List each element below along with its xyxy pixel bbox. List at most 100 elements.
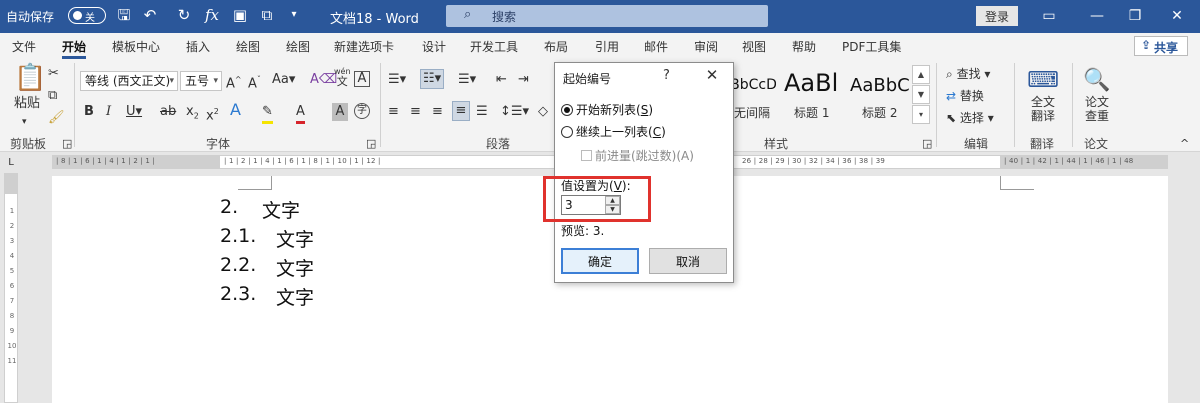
decrease-indent-icon[interactable]: ⇤	[496, 71, 507, 89]
login-button[interactable]: 登录	[976, 6, 1018, 26]
shading-icon[interactable]: ◇	[538, 103, 548, 121]
styles-launcher-icon[interactable]: ◲	[922, 135, 932, 153]
grow-font-icon[interactable]: A^	[226, 71, 242, 93]
list-item[interactable]: 2. 文字	[220, 196, 300, 222]
tab-file[interactable]: 文件	[12, 38, 36, 55]
close-window-icon[interactable]: ✕	[1164, 5, 1190, 27]
paste-dropdown-icon[interactable]: ▾	[22, 113, 27, 131]
paste-icon[interactable]: 📋	[14, 63, 46, 93]
help-icon[interactable]: ?	[663, 68, 670, 83]
clipboard-launcher-icon[interactable]: ◲	[62, 135, 72, 153]
font-name-select[interactable]: 等线 (西文正文) ▾	[80, 71, 178, 91]
subscript-icon[interactable]: x2	[186, 103, 199, 126]
vruler-numbers: 1 2 3 4 5 6 7 8 9 10 11	[7, 204, 17, 369]
align-center-icon[interactable]: ≡	[410, 103, 421, 121]
font-launcher-icon[interactable]: ◲	[366, 135, 376, 153]
spin-up-icon[interactable]: ▲	[605, 196, 620, 205]
close-icon[interactable]: ✕	[703, 66, 721, 84]
text-effects-icon[interactable]: A	[230, 101, 241, 119]
line-spacing-icon[interactable]: ↕☰▾	[500, 103, 529, 121]
tab-view[interactable]: 视图	[742, 38, 766, 55]
vertical-ruler[interactable]: 1 2 3 4 5 6 7 8 9 10 11	[4, 173, 18, 403]
redo-icon[interactable]: ↻	[174, 6, 194, 24]
spin-down-icon[interactable]: ▼	[605, 205, 620, 214]
image-icon[interactable]: ▣	[230, 6, 250, 24]
chevron-up-icon[interactable]: ▲	[912, 65, 930, 84]
style-heading-2[interactable]: AaBbC 标题 2	[850, 63, 910, 125]
bullets-icon[interactable]: ☰▾	[388, 71, 406, 89]
format-painter-icon[interactable]: 🖌	[48, 109, 65, 127]
highlight-icon[interactable]: ✎	[262, 103, 273, 124]
list-item[interactable]: 2.1. 文字	[220, 225, 314, 251]
hierarchy-icon[interactable]: ⧉	[257, 6, 277, 24]
paste-label[interactable]: 粘贴	[14, 95, 40, 113]
minimize-icon[interactable]: —	[1084, 5, 1110, 27]
tab-design[interactable]: 设计	[422, 38, 446, 55]
strikethrough-icon[interactable]: ab	[160, 103, 176, 121]
tab-draw-1[interactable]: 绘图	[236, 38, 260, 55]
formula-icon[interactable]: fx	[202, 6, 222, 24]
share-button[interactable]: ⇪ 共享	[1134, 36, 1188, 56]
character-border-icon[interactable]: A	[354, 71, 370, 87]
tab-template-center[interactable]: 模板中心	[112, 38, 160, 55]
full-translate-button[interactable]: ⌨ 全文 翻译	[1020, 67, 1066, 123]
margin-corner-mark	[1000, 176, 1034, 190]
tab-draw-2[interactable]: 绘图	[286, 38, 310, 55]
select-button[interactable]: ⬉ 选择 ▾	[946, 109, 994, 126]
paper-check-button[interactable]: 🔍 论文 查重	[1074, 67, 1120, 123]
search-box[interactable]: ⌕ 搜索	[446, 5, 768, 27]
justify-icon[interactable]: ≡	[452, 101, 470, 121]
shrink-font-icon[interactable]: Aˇ	[248, 71, 261, 93]
font-size-select[interactable]: 五号 ▾	[180, 71, 222, 91]
cut-icon[interactable]: ✂	[48, 65, 59, 83]
find-button[interactable]: ⌕ 查找 ▾	[946, 65, 990, 82]
tab-pdf-tools[interactable]: PDF工具集	[842, 38, 901, 55]
increase-indent-icon[interactable]: ⇥	[518, 71, 529, 89]
ribbon-display-icon[interactable]: ▭	[1036, 5, 1062, 27]
enclose-character-icon[interactable]: 字	[354, 103, 370, 119]
copy-icon[interactable]: ⧉	[48, 87, 57, 105]
autosave-toggle[interactable]: 关	[68, 7, 106, 24]
collapse-ribbon-icon[interactable]: ^	[1180, 135, 1189, 153]
cancel-button[interactable]: 取消	[649, 248, 727, 274]
font-color-icon[interactable]: A	[296, 103, 305, 124]
tab-new-tab[interactable]: 新建选项卡	[334, 38, 394, 55]
list-item[interactable]: 2.3. 文字	[220, 283, 314, 309]
chevron-down-icon[interactable]: ▼	[912, 85, 930, 104]
undo-icon[interactable]: ↶	[140, 6, 160, 24]
align-right-icon[interactable]: ≡	[432, 103, 443, 121]
numbering-icon[interactable]: ☷▾	[420, 69, 445, 89]
radio-continue-list[interactable]: 继续上一列表(C)	[561, 123, 666, 140]
tab-references[interactable]: 引用	[595, 38, 619, 55]
restore-icon[interactable]: ❐	[1122, 5, 1148, 27]
replace-button[interactable]: ⇄ 替换	[946, 87, 984, 104]
tab-selector-icon[interactable]: L	[4, 156, 18, 169]
tab-home[interactable]: 开始	[62, 38, 87, 59]
phonetic-guide-icon[interactable]: wén 文	[334, 67, 351, 88]
bold-icon[interactable]: B	[84, 103, 94, 121]
tab-mailings[interactable]: 邮件	[644, 38, 668, 55]
superscript-icon[interactable]: x2	[206, 103, 219, 125]
italic-icon[interactable]: I	[106, 103, 111, 121]
underline-icon[interactable]: U▾	[126, 103, 142, 121]
style-heading-1[interactable]: AaBl 标题 1	[782, 63, 840, 125]
more-styles-icon[interactable]: ▾	[912, 105, 930, 124]
customize-toolbar-icon[interactable]: ▾	[284, 6, 304, 24]
ruler-numbers-mid: | 1 | 2 | 1 | 4 | 1 | 6 | 1 | 8 | 1 | 10…	[224, 157, 381, 165]
tab-review[interactable]: 审阅	[694, 38, 718, 55]
translate-icon: ⌨	[1027, 68, 1059, 93]
align-left-icon[interactable]: ≡	[388, 103, 399, 121]
tab-help[interactable]: 帮助	[792, 38, 816, 55]
tab-developer[interactable]: 开发工具	[470, 38, 518, 55]
multilevel-list-icon[interactable]: ☰▾	[458, 71, 476, 89]
style-no-spacing[interactable]: AaBbCcDc 无间隔	[734, 63, 776, 125]
character-shading-icon[interactable]: A	[332, 103, 348, 121]
tab-insert[interactable]: 插入	[186, 38, 210, 55]
radio-start-new-list[interactable]: 开始新列表(S)	[561, 101, 653, 118]
change-case-icon[interactable]: Aa▾	[272, 71, 295, 89]
save-icon[interactable]: 🖫	[114, 6, 134, 24]
distributed-icon[interactable]: ☰	[476, 103, 488, 121]
tab-layout[interactable]: 布局	[544, 38, 568, 55]
list-item[interactable]: 2.2. 文字	[220, 254, 314, 280]
ok-button[interactable]: 确定	[561, 248, 639, 274]
